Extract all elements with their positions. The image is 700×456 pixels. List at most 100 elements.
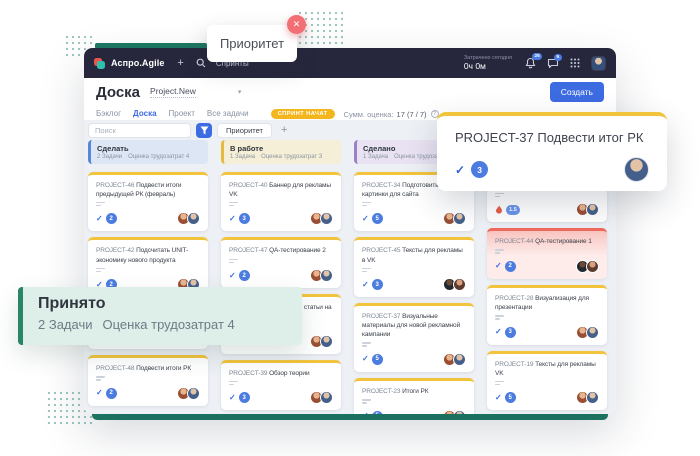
description-icon [362,202,371,207]
estimate-badge: 2 [106,388,117,399]
estimate-badge: 5 [372,354,383,365]
tab-board[interactable]: Доска [133,109,156,120]
task-id: PROJECT-28 [495,295,533,302]
task-card[interactable]: PROJECT-46 Подвести итоги предыдущей РК … [88,172,208,232]
quick-add-icon[interactable]: + [177,58,183,69]
description-icon [229,381,238,386]
task-card-footer: ✓5 [362,212,466,225]
task-id: PROJECT-45 [362,247,400,254]
description-icon [96,376,105,381]
task-card[interactable]: PROJECT-19 Тексты для рекламы VK ✓5 [487,351,607,411]
priority-filter-button[interactable]: Приоритет [217,123,272,138]
messages-icon[interactable]: 5 [547,58,559,69]
column-header[interactable]: В работе1 ЗадачаОценка трудозатрат 3 [221,140,341,164]
filter-button[interactable] [196,123,212,138]
task-card[interactable]: PROJECT-39 Обзор теории✓3 [221,360,341,411]
estimate-badge: 5 [505,392,516,403]
task-id: PROJECT-37 [362,313,400,320]
task-card[interactable]: PROJECT-23 Итоги РК✓5 [354,378,474,414]
task-card-title: PROJECT-47 QA-тестирование 2 [229,246,333,255]
task-card-footer: ✓2 [96,387,200,400]
accepted-title: Принято [38,295,302,313]
chat-badge: 5 [554,54,562,61]
check-icon: ✓ [455,163,465,177]
assignee-avatar [320,391,333,404]
column-stats: 1 ЗадачаОценка трудозатрат 3 [230,154,334,160]
score-value: 17 (7 / 7) [397,110,427,119]
task-card-footer: ✓2 [229,269,333,282]
app-logo-icon[interactable] [94,58,105,69]
estimate-badge: 1.5 [506,205,520,215]
task-id: PROJECT-23 [362,388,400,395]
search-icon[interactable] [196,58,206,68]
description-icon [362,268,371,273]
task-id: PROJECT-48 [96,365,134,372]
estimate-badge: 3 [372,279,383,290]
search-input[interactable] [88,123,191,138]
user-avatar[interactable] [591,56,606,71]
app-name: Аспро.Agile [111,58,164,68]
description-icon [495,249,504,254]
apps-grid-icon[interactable] [570,58,580,68]
task-card-footer: ✓3 [229,391,333,404]
time-tracker[interactable]: Затрачено сегодня 0ч 0м [464,55,512,72]
column-task-count: 1 Задача [363,154,388,160]
assignee-avatar [453,410,466,415]
task-card[interactable]: PROJECT-37 Визуальные материалы для ново… [354,303,474,372]
task-popup-card[interactable]: PROJECT-37 Подвести итог РК ✓ 3 [437,112,667,191]
task-card[interactable]: PROJECT-44 QA-тестирование 1✓2 [487,228,607,279]
tab-backlog[interactable]: Бэклог [96,109,121,120]
column-header[interactable]: Сделать2 ЗадачиОценка трудозатрат 4 [88,140,208,164]
board-column: Сделать2 ЗадачиОценка трудозатрат 4 PROJE… [88,140,208,414]
check-icon: ✓ [229,215,236,223]
funnel-icon [200,126,209,135]
task-card[interactable]: PROJECT-45 Тексты для рекламы в VK ✓3 [354,237,474,297]
tab-all-tasks[interactable]: Все задачи [207,109,249,120]
priority-tooltip: Приоритет ✕ [207,25,297,62]
fire-icon [495,205,503,214]
description-icon [229,259,238,264]
priority-tooltip-label: Приоритет [220,36,284,51]
column-task-count: 1 Задача [230,154,255,160]
assignee-avatar [453,353,466,366]
task-card-title: PROJECT-45 Тексты для рекламы в VK [362,246,466,264]
estimate-badge: 5 [372,213,383,224]
column-name: В работе [230,144,334,154]
create-button[interactable]: Создать [550,82,604,102]
check-icon: ✓ [362,412,369,414]
close-icon[interactable]: ✕ [287,15,306,34]
task-id: PROJECT-34 [362,182,400,189]
accepted-stats: 2 ЗадачиОценка трудозатрат 4 [38,317,302,332]
assignee-avatar [320,335,333,348]
add-column-icon[interactable]: + [281,125,287,136]
task-card-title: PROJECT-28 Визуализация для презентации [495,294,599,312]
task-card-title: PROJECT-40 Баннер для рекламы VK [229,181,333,199]
description-icon [362,399,371,404]
estimate-badge: 3 [239,392,250,403]
task-card-title: PROJECT-19 Тексты для рекламы VK [495,360,599,378]
task-id: PROJECT-40 [229,182,267,189]
task-card-title: PROJECT-46 Подвести итоги предыдущей РК … [96,181,200,199]
task-card-footer: ✓3 [362,278,466,291]
chevron-down-icon[interactable]: ▾ [238,88,242,96]
column-task-count: 2 Задачи [97,154,122,160]
task-card[interactable]: PROJECT-28 Визуализация для презентации ✓… [487,285,607,345]
task-id: PROJECT-47 [229,247,267,254]
task-card-footer: ✓5 [495,391,599,404]
tab-project[interactable]: Проект [169,109,195,120]
description-icon [96,202,105,207]
column-name: Сделать [97,144,201,154]
check-icon: ✓ [495,262,502,270]
assignee-avatar [586,203,599,216]
project-selector[interactable]: Project.New [150,86,196,98]
estimate-badge: 2 [239,270,250,281]
assignee-avatar [586,391,599,404]
task-card[interactable]: PROJECT-47 QA-тестирование 2 ✓2 [221,237,341,288]
description-icon [96,268,105,273]
task-card[interactable]: PROJECT-40 Баннер для рекламы VK✓3 [221,172,341,232]
check-icon: ✓ [495,328,502,336]
notifications-bell-icon[interactable]: 26 [525,57,536,69]
check-icon: ✓ [362,215,369,223]
task-card-footer: ✓5 [362,410,466,415]
task-card[interactable]: PROJECT-48 Подвести итоги РК✓2 [88,355,208,406]
